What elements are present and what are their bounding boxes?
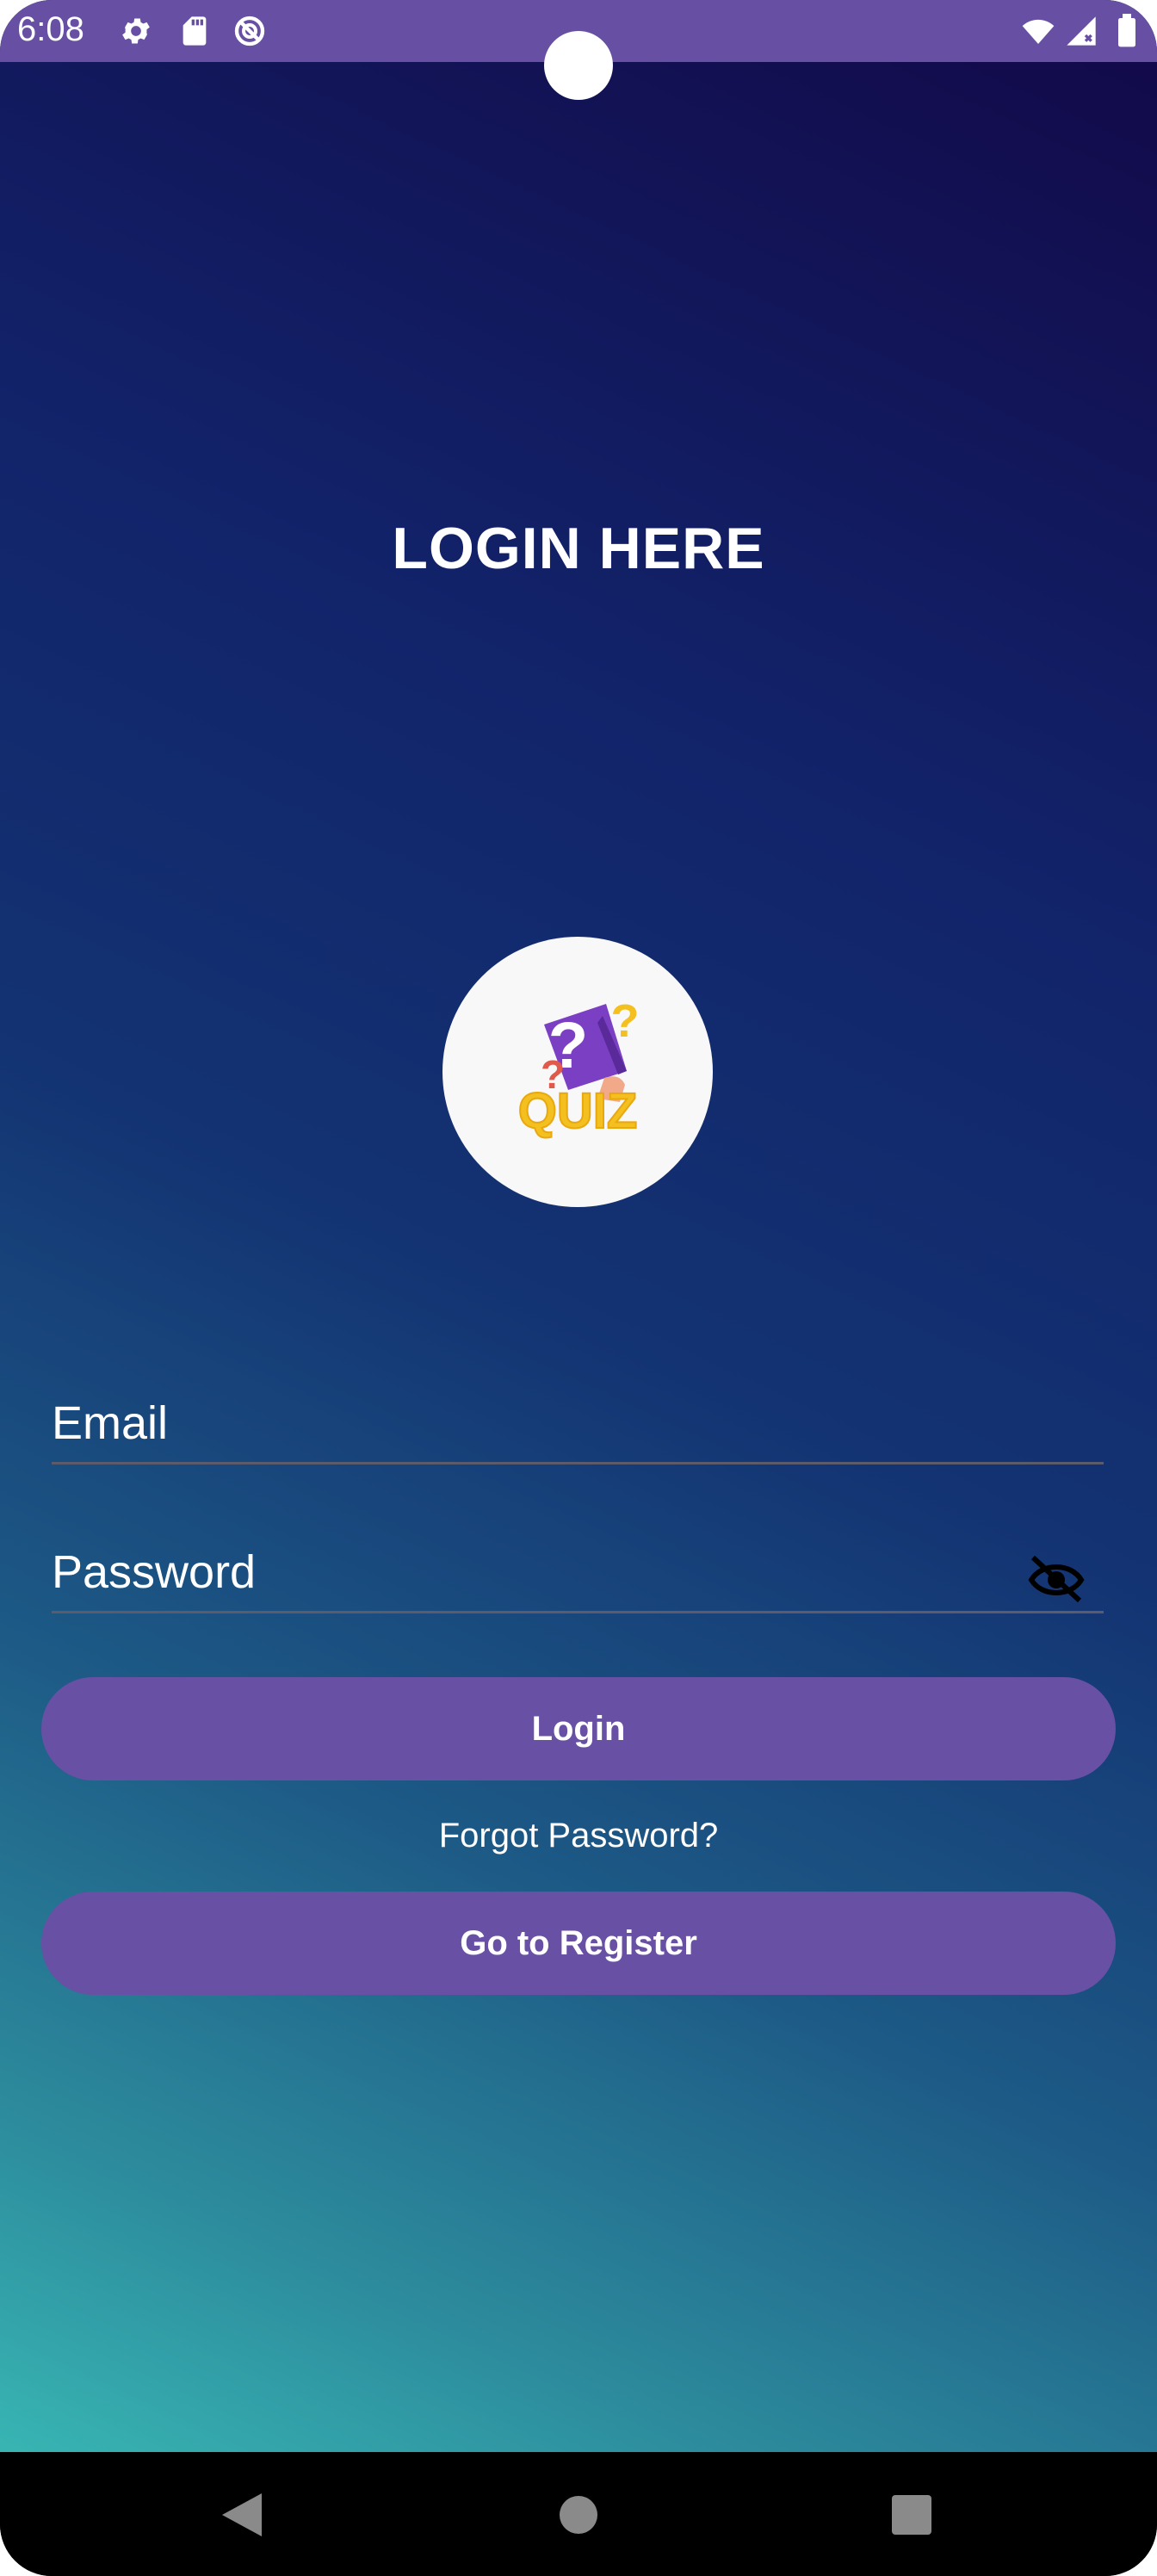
login-screen: LOGIN HERE ? ? ? QUIZ Email Password Log… <box>0 62 1157 2452</box>
status-time: 6:08 <box>17 10 84 48</box>
page-title: LOGIN HERE <box>392 516 765 581</box>
quiz-logo-image: ? ? ? QUIZ <box>517 995 640 1140</box>
quiz-logo: ? ? ? QUIZ <box>442 937 713 1207</box>
email-placeholder: Email <box>52 1397 169 1449</box>
sd-card-icon <box>183 16 207 46</box>
back-icon[interactable] <box>212 2485 272 2545</box>
recents-icon[interactable] <box>882 2485 942 2545</box>
battery-icon <box>1118 14 1135 47</box>
forgot-password-link[interactable]: Forgot Password? <box>0 1817 1157 1855</box>
password-placeholder: Password <box>52 1546 257 1598</box>
phone-screen: 6:08 LOGIN HERE ? ? ? QUIZ Email Passwor… <box>0 0 1157 2576</box>
login-button[interactable]: Login <box>41 1677 1116 1780</box>
do-not-disturb-icon <box>234 15 265 46</box>
visibility-off-icon[interactable] <box>1026 1552 1086 1604</box>
settings-icon <box>122 18 150 44</box>
navigation-bar <box>0 2452 1157 2576</box>
go-to-register-button[interactable]: Go to Register <box>41 1892 1116 1995</box>
quiz-logo-text: QUIZ <box>518 1083 638 1139</box>
wifi-icon <box>1022 19 1055 44</box>
password-field[interactable]: Password <box>52 1533 1104 1613</box>
home-icon[interactable] <box>548 2485 609 2545</box>
camera-cutout <box>544 31 613 100</box>
cellular-signal-icon <box>1067 16 1096 46</box>
email-field[interactable]: Email <box>52 1384 1104 1464</box>
svg-text:?: ? <box>611 995 640 1047</box>
